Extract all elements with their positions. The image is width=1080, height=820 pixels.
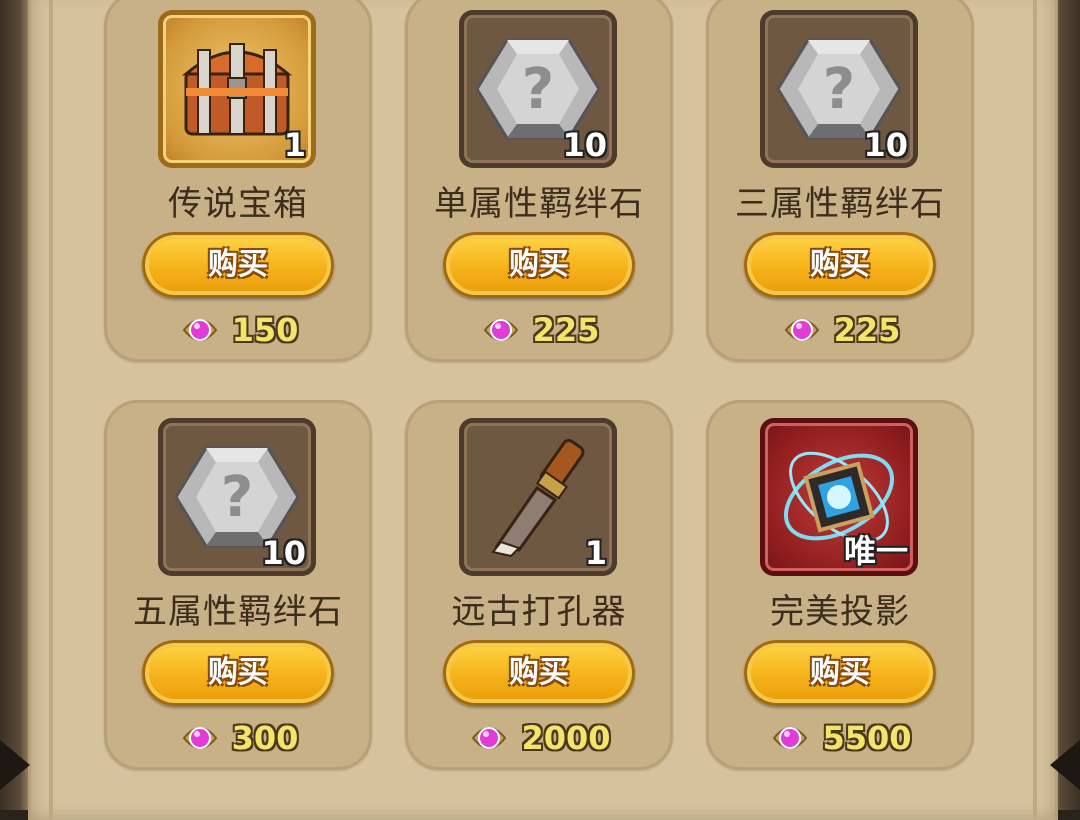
item-price: 5500 [822, 719, 912, 757]
buy-button[interactable]: 购买 [744, 640, 936, 706]
diamond-currency-icon [479, 310, 523, 350]
item-name: 五属性羁绊石 [133, 592, 343, 632]
buy-button[interactable]: 购买 [142, 232, 334, 298]
item-quantity: 1 [283, 126, 306, 164]
item-slot[interactable]: 1 [459, 418, 617, 576]
screen-frame: 1 传说宝箱 购买 150 ? 10 单属性羁绊石 购买 225 ? 10 三属… [0, 0, 1080, 820]
buy-button[interactable]: 购买 [443, 232, 635, 298]
diamond-currency-icon [178, 718, 222, 758]
shop-item-card: ? 10 单属性羁绊石 购买 225 [405, 0, 673, 362]
shop-item-card: 1 远古打孔器 购买 2000 [405, 400, 673, 770]
svg-text:?: ? [522, 57, 554, 122]
item-quantity: 10 [562, 126, 607, 164]
price-row: 225 [405, 308, 673, 352]
item-price: 2000 [521, 719, 611, 757]
item-name: 单属性羁绊石 [434, 184, 644, 224]
diamond-currency-icon [467, 718, 511, 758]
shop-item-card: 1 传说宝箱 购买 150 [104, 0, 372, 362]
item-slot[interactable]: ? 10 [459, 10, 617, 168]
item-price: 150 [231, 311, 299, 349]
price-row: 5500 [706, 716, 974, 760]
svg-text:?: ? [221, 465, 253, 530]
price-row: 225 [706, 308, 974, 352]
price-row: 300 [104, 716, 372, 760]
item-name: 完美投影 [770, 592, 910, 632]
item-price: 225 [532, 311, 600, 349]
item-price: 300 [231, 719, 299, 757]
item-slot[interactable]: 1 [158, 10, 316, 168]
item-quantity: 10 [863, 126, 908, 164]
item-name: 三属性羁绊石 [735, 184, 945, 224]
buy-button[interactable]: 购买 [744, 232, 936, 298]
svg-text:?: ? [823, 57, 855, 122]
item-slot[interactable]: ? 10 [158, 418, 316, 576]
shop-item-card: ? 10 五属性羁绊石 购买 300 [104, 400, 372, 770]
diamond-currency-icon [178, 310, 222, 350]
shop-item-card: 唯一 完美投影 购买 5500 [706, 400, 974, 770]
frame-decoration-icon [0, 740, 30, 790]
item-quantity: 10 [261, 534, 306, 572]
buy-button[interactable]: 购买 [142, 640, 334, 706]
item-quantity: 唯一 [843, 532, 908, 570]
shop-item-card: ? 10 三属性羁绊石 购买 225 [706, 0, 974, 362]
item-quantity: 1 [584, 534, 607, 572]
frame-decoration-icon [1050, 740, 1080, 790]
item-price: 225 [833, 311, 901, 349]
item-name: 远古打孔器 [451, 592, 627, 632]
price-row: 2000 [405, 716, 673, 760]
price-row: 150 [104, 308, 372, 352]
diamond-currency-icon [780, 310, 824, 350]
item-slot[interactable]: 唯一 [760, 418, 918, 576]
item-slot[interactable]: ? 10 [760, 10, 918, 168]
item-name: 传说宝箱 [168, 184, 308, 224]
buy-button[interactable]: 购买 [443, 640, 635, 706]
diamond-currency-icon [768, 718, 812, 758]
